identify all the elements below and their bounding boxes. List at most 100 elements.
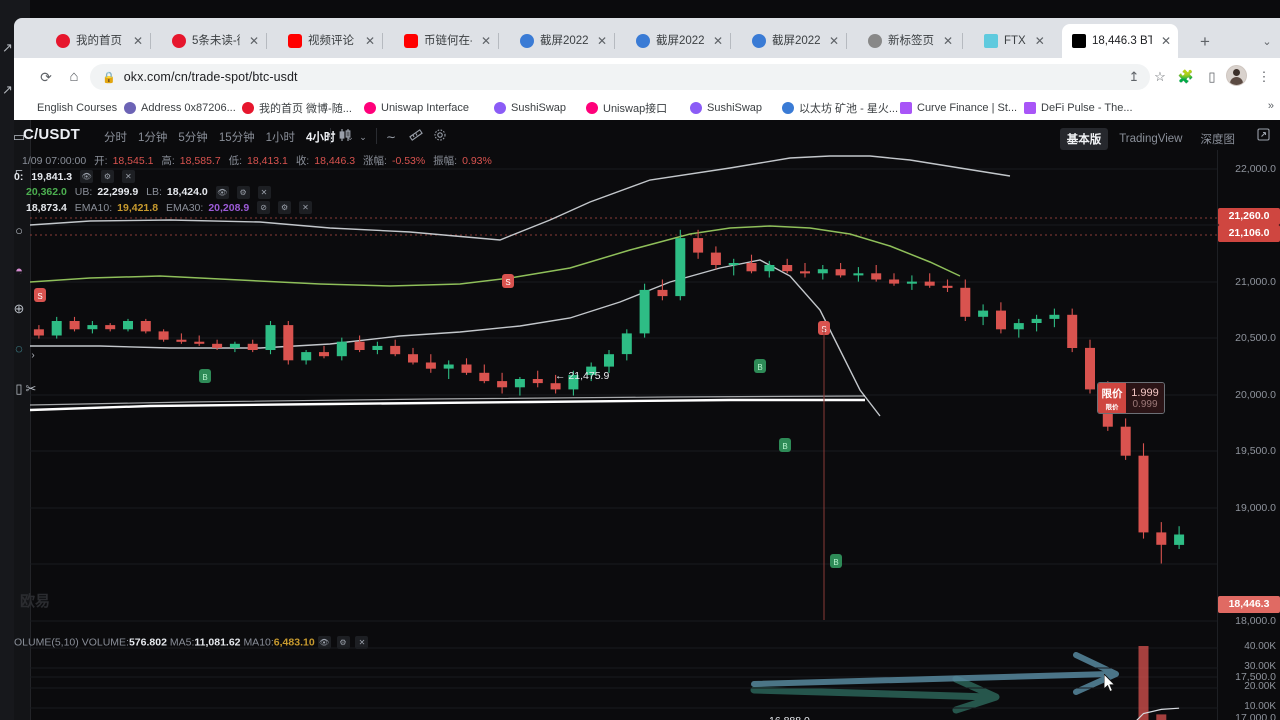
price-tick: 19,000.0 — [1235, 502, 1276, 514]
globe-icon — [752, 34, 766, 48]
browser-tab[interactable]: 截屏2022-1 ✕ — [626, 24, 731, 58]
svg-text:B: B — [757, 363, 762, 372]
tab-close-icon[interactable]: ✕ — [940, 33, 956, 49]
fullscreen-icon[interactable] — [1254, 128, 1272, 146]
tab-close-icon[interactable]: ✕ — [130, 33, 146, 49]
tab-close-icon[interactable]: ✕ — [1158, 33, 1174, 49]
order-price-value: 1.999 — [1131, 386, 1159, 399]
interval-4h[interactable]: 4小时 — [306, 129, 335, 145]
price-tick: 21,000.0 — [1235, 276, 1276, 288]
weibo-icon — [56, 34, 70, 48]
bookmark-label: DeFi Pulse - The... — [1041, 102, 1133, 114]
tab-close-icon[interactable]: ✕ — [826, 33, 842, 49]
tab-close-icon[interactable]: ✕ — [594, 33, 610, 49]
bookmark-item[interactable]: Address 0x87206... — [124, 99, 236, 117]
ma-prefix: 0: — [14, 170, 24, 183]
bookmark-item[interactable]: DeFi Pulse - The... — [1024, 99, 1133, 117]
bookmark-item[interactable]: SushiSwap — [494, 99, 566, 117]
browser-tab[interactable]: 新标签页 ✕ — [858, 24, 963, 58]
tab-tradingview[interactable]: TradingView — [1112, 130, 1189, 148]
bookmark-item[interactable]: Uniswap Interface — [364, 99, 469, 117]
gear-icon[interactable] — [431, 128, 449, 146]
interval-5m[interactable]: 5分钟 — [178, 129, 207, 145]
bookmark-label: SushiSwap — [707, 102, 763, 114]
back-arrow-icon: ↗ — [2, 40, 13, 55]
tab-close-icon[interactable]: ✕ — [710, 33, 726, 49]
url-text: okx.com/cn/trade-spot/btc-usdt — [123, 70, 298, 84]
profile-avatar[interactable] — [1226, 65, 1250, 89]
bookmark-star-icon[interactable]: ☆ — [1148, 65, 1172, 89]
bookmark-item[interactable]: 以太坊 矿池 - 星火... — [782, 99, 898, 117]
line-style-icon[interactable]: ∼ — [382, 128, 400, 146]
address-bar[interactable]: 🔒 okx.com/cn/trade-spot/btc-usdt — [90, 64, 1150, 90]
tab-close-icon[interactable]: ✕ — [1032, 33, 1048, 49]
browser-tab[interactable]: 截屏2022-1 ✕ — [510, 24, 615, 58]
interval-1m[interactable]: 1分钟 — [138, 129, 167, 145]
screen: ↗ ↗ 我的首页 微 ✕ 5条未读-微 ✕ 视频评论 - Y ✕ 币链何在-B — [0, 0, 1280, 720]
tab-label: 截屏2022-1 — [656, 35, 704, 47]
tab-basic[interactable]: 基本版 — [1059, 128, 1109, 150]
browser-tab[interactable]: 5条未读-微 ✕ — [162, 24, 267, 58]
bookmarks-overflow-icon[interactable]: » — [1268, 100, 1274, 112]
chevron-down-icon[interactable]: ⌄ — [354, 128, 372, 146]
globe-icon — [520, 34, 534, 48]
bookmark-item[interactable]: English Courses — [20, 99, 117, 117]
extensions-icon[interactable]: 🧩 — [1174, 65, 1198, 89]
candlestick-icon[interactable] — [336, 128, 354, 146]
order-price-label-2: 21,106.0 — [1218, 225, 1280, 242]
more-menu-icon[interactable]: ⋮ — [1252, 65, 1276, 89]
tab-search-icon[interactable]: ⌄ — [1258, 33, 1276, 51]
interval-1h[interactable]: 1小时 — [266, 129, 295, 145]
bookmark-favicon — [124, 102, 136, 114]
browser-toolbar: ⟳ ⌂ 🔒 okx.com/cn/trade-spot/btc-usdt ↥ ☆… — [14, 58, 1280, 96]
bookmark-favicon — [586, 102, 598, 114]
interval-fenshi[interactable]: 分时 — [104, 129, 127, 145]
ruler-icon[interactable] — [407, 128, 425, 146]
new-tab-button[interactable]: + — [1194, 32, 1216, 54]
bookmark-favicon — [20, 102, 32, 114]
tab-label: FTX — [1004, 35, 1026, 47]
browser-tab[interactable]: 币链何在-Bi ✕ — [394, 24, 499, 58]
bookmarks-bar: English Courses Address 0x87206... 我的首页 … — [14, 96, 1280, 121]
side-panel-icon[interactable]: ▯ — [1200, 65, 1224, 89]
tab-close-icon[interactable]: ✕ — [246, 33, 262, 49]
reload-icon[interactable]: ⟳ — [36, 67, 56, 87]
volume-tick: 40.00K — [1244, 641, 1276, 652]
tab-label: 视频评论 - Y — [308, 35, 356, 47]
tab-depth[interactable]: 深度图 — [1194, 128, 1243, 150]
bookmark-label: Uniswap Interface — [381, 102, 470, 114]
interval-15m[interactable]: 15分钟 — [219, 129, 255, 145]
tab-label: 截屏2022-1 — [540, 35, 588, 47]
bookmark-item[interactable]: Curve Finance | St... — [900, 99, 1017, 117]
order-type-label: 限价 — [1101, 387, 1123, 400]
tab-close-icon[interactable]: ✕ — [478, 33, 494, 49]
tab-label: 新标签页 — [888, 35, 934, 47]
toolbar-right-icons: ↥ ☆ 🧩 ▯ ⋮ — [1122, 58, 1276, 96]
bookmark-label: Uniswap接口 — [603, 103, 668, 115]
tab-close-icon[interactable]: ✕ — [362, 33, 378, 49]
lock-icon: 🔒 — [102, 71, 116, 84]
browser-tab-active[interactable]: 18,446.3 BT ✕ — [1062, 24, 1178, 58]
ftx-icon — [984, 34, 998, 48]
share-icon[interactable]: ↥ — [1122, 65, 1146, 89]
bookmark-item[interactable]: 我的首页 微博-随... — [242, 99, 352, 117]
home-icon[interactable]: ⌂ — [64, 67, 84, 87]
price-axis[interactable]: 22,000.0 21,500.0 21,000.0 20,500.0 20,0… — [1217, 150, 1280, 720]
browser-tab[interactable]: 截屏2022-1 ✕ — [742, 24, 847, 58]
candlestick-plot: S S S B B B B — [30, 150, 1218, 720]
volume-tick: 20.00K — [1244, 681, 1276, 692]
tab-strip: 我的首页 微 ✕ 5条未读-微 ✕ 视频评论 - Y ✕ 币链何在-Bi ✕ 截… — [14, 18, 1280, 58]
bookmark-item[interactable]: SushiSwap — [690, 99, 762, 117]
chart-container: C/USDT 分时 1分钟 5分钟 15分钟 1小时 4小时 ⌄ ⌄ ∼ 基本版… — [14, 120, 1280, 720]
price-tick: 17,000.0 — [1235, 712, 1276, 720]
annotation-high: ← 21,475.9 — [555, 370, 610, 382]
bookmark-item[interactable]: Uniswap接口 — [586, 99, 667, 117]
browser-tab[interactable]: 我的首页 微 ✕ — [46, 24, 151, 58]
browser-tab[interactable]: 视频评论 - Y ✕ — [278, 24, 383, 58]
order-price-value-2: 0.999 — [1132, 398, 1158, 410]
tab-label: 截屏2022-1 — [772, 35, 820, 47]
limit-order-box[interactable]: 限价 限价 1.999 0.999 — [1097, 382, 1165, 414]
price-tick: 18,000.0 — [1235, 615, 1276, 627]
bookmark-label: 我的首页 微博-随... — [259, 103, 352, 115]
view-tabs: 基本版 TradingView 深度图 — [1059, 128, 1243, 150]
